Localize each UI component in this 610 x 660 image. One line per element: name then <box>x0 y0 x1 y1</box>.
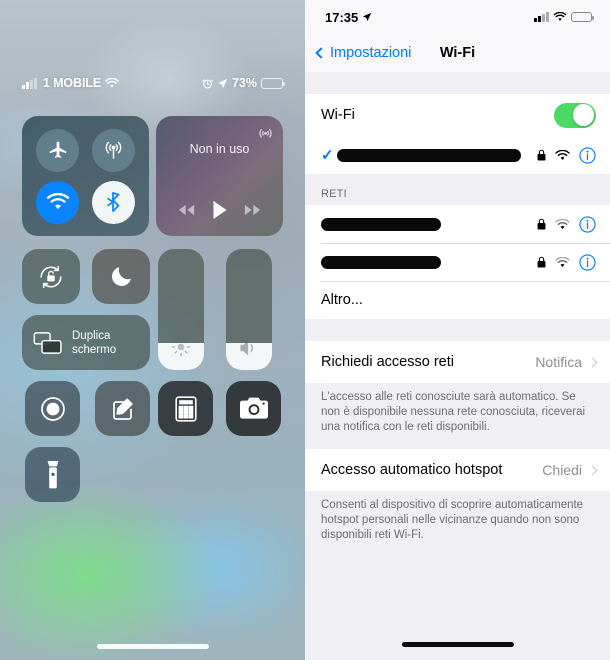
cellular-bars-icon <box>534 12 549 22</box>
flashlight-icon <box>45 460 61 490</box>
ask-to-join-group: Richiedi accesso reti Notifica <box>305 341 610 383</box>
note-pencil-icon <box>109 395 137 423</box>
other-network-label: Altro... <box>321 292 363 308</box>
calculator-icon <box>173 395 199 423</box>
volume-icon <box>226 338 272 358</box>
navigation-bar: Impostazioni Wi-Fi <box>305 34 610 72</box>
record-icon <box>39 395 67 423</box>
notes-button[interactable] <box>95 381 150 436</box>
auto-join-hotspot-value: Chiedi <box>542 462 582 478</box>
screen-record-button[interactable] <box>25 381 80 436</box>
camera-button[interactable] <box>226 381 281 436</box>
network-name-redacted <box>321 255 441 269</box>
auto-join-hotspot-group: Accesso automatico hotspot Chiedi <box>305 449 610 491</box>
ask-to-join-row[interactable]: Richiedi accesso reti Notifica <box>305 341 610 383</box>
control-center-status-bar: 1 MOBILE 73% <box>0 76 305 90</box>
now-playing-title: Non in uso <box>189 142 250 156</box>
cellular-data-button[interactable] <box>91 128 135 172</box>
brightness-slider[interactable] <box>158 249 204 370</box>
chevron-right-icon <box>587 357 598 367</box>
control-center-panel: 1 MOBILE 73% Non in uso Duplica schermo <box>0 0 305 660</box>
camera-icon <box>239 396 269 421</box>
networks-group: Altro... <box>305 205 610 319</box>
chevron-left-icon <box>315 47 327 59</box>
auto-join-hotspot-row[interactable]: Accesso automatico hotspot Chiedi <box>305 449 610 491</box>
home-indicator-left <box>96 644 209 649</box>
back-button[interactable]: Impostazioni <box>315 45 412 61</box>
section-gap-mid <box>305 319 610 341</box>
network-name-redacted <box>321 217 441 231</box>
ask-to-join-value: Notifica <box>535 354 582 370</box>
connectivity-tile[interactable] <box>22 116 149 236</box>
wifi-icon <box>555 149 570 161</box>
rewind-icon[interactable] <box>178 204 195 216</box>
wifi-toggle-row[interactable]: Wi-Fi <box>305 94 610 136</box>
location-arrow-icon <box>217 78 228 89</box>
bluetooth-toggle-button[interactable] <box>91 180 135 224</box>
flashlight-button[interactable] <box>25 447 80 502</box>
carrier-label: 1 MOBILE <box>42 76 102 90</box>
battery-icon <box>571 11 594 23</box>
ask-to-join-footnote: L'accesso alle reti conosciute sarà auto… <box>305 383 610 449</box>
play-icon[interactable] <box>212 201 227 219</box>
dual-screenshot: 1 MOBILE 73% Non in uso Duplica schermo … <box>0 0 610 660</box>
battery-percent-label: 73% <box>231 76 257 90</box>
now-playing-tile[interactable]: Non in uso <box>156 116 283 236</box>
rotation-lock-icon <box>37 263 65 291</box>
back-button-label: Impostazioni <box>330 45 412 61</box>
rotation-lock-tile[interactable] <box>22 249 80 304</box>
checkmark-icon: ✓ <box>321 146 334 164</box>
lock-icon <box>537 218 546 230</box>
ask-to-join-label: Richiedi accesso reti <box>321 354 454 370</box>
auto-join-hotspot-footnote: Consenti al dispositivo di scoprire auto… <box>305 491 610 557</box>
networks-section-header: RETI <box>305 174 610 205</box>
lock-icon <box>537 256 546 268</box>
chevron-right-icon <box>587 465 598 475</box>
auto-join-hotspot-label: Accesso automatico hotspot <box>321 462 503 478</box>
moon-icon <box>109 264 134 289</box>
do-not-disturb-tile[interactable] <box>92 249 150 304</box>
screen-mirroring-icon <box>33 331 63 355</box>
airplay-audio-icon[interactable] <box>257 124 274 141</box>
wifi-icon <box>105 77 119 89</box>
alarm-clock-icon <box>202 78 213 89</box>
info-circle-icon[interactable] <box>579 215 596 233</box>
wifi-icon <box>555 218 570 230</box>
wifi-toggle-label: Wi-Fi <box>321 107 355 123</box>
airplane-mode-button[interactable] <box>36 128 80 172</box>
wifi-switch[interactable] <box>554 102 596 128</box>
home-indicator-right <box>401 642 514 647</box>
location-arrow-icon <box>362 12 372 22</box>
screen-mirroring-label: Duplica schermo <box>72 329 117 356</box>
wifi-icon <box>553 12 567 22</box>
calculator-button[interactable] <box>158 381 213 436</box>
network-row[interactable] <box>305 243 610 281</box>
connected-network-row[interactable]: ✓ <box>305 136 610 174</box>
info-circle-icon[interactable] <box>579 253 596 271</box>
fast-forward-icon[interactable] <box>244 204 261 216</box>
volume-slider[interactable] <box>226 249 272 370</box>
wifi-icon <box>555 256 570 268</box>
wifi-group: Wi-Fi ✓ <box>305 94 610 174</box>
settings-wifi-panel: 17:35 Impostazioni Wi-Fi Wi-Fi ✓ RETI Al… <box>305 0 610 660</box>
brightness-icon <box>158 336 204 358</box>
other-network-row[interactable]: Altro... <box>305 281 610 319</box>
info-circle-icon[interactable] <box>579 146 596 164</box>
battery-icon <box>261 77 285 89</box>
screen-mirroring-tile[interactable]: Duplica schermo <box>22 315 150 370</box>
lock-icon <box>537 149 546 161</box>
wifi-toggle-button[interactable] <box>36 180 80 224</box>
cellular-bars-icon <box>22 77 37 89</box>
settings-status-bar: 17:35 <box>305 0 610 34</box>
network-row[interactable] <box>305 205 610 243</box>
section-gap-top <box>305 72 610 94</box>
status-time: 17:35 <box>325 9 359 25</box>
network-name-redacted <box>337 148 521 162</box>
